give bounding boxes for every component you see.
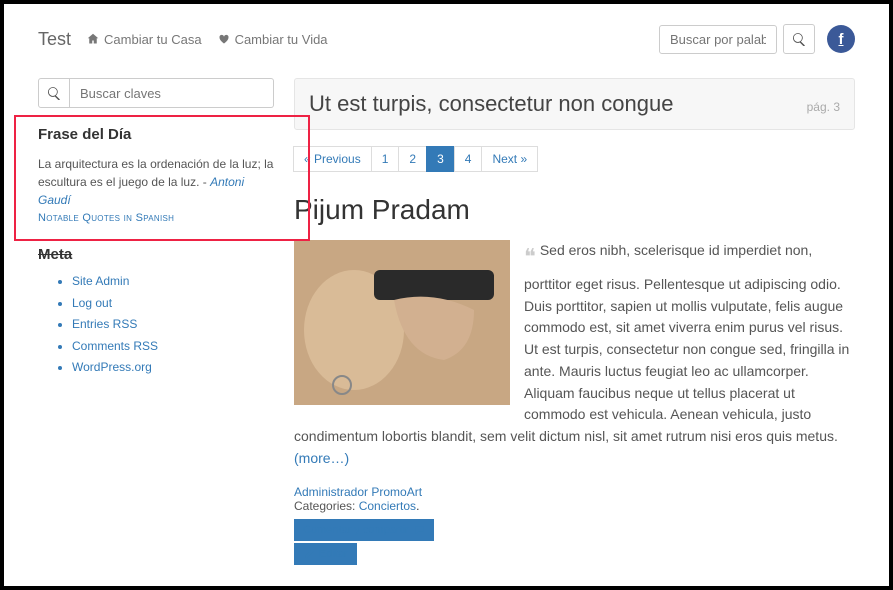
post-1-comment-button[interactable]: Comentar y compartir — [294, 519, 434, 541]
highlight-box — [14, 115, 310, 241]
meta-link-logout[interactable]: Log out — [72, 296, 112, 310]
search-icon — [793, 33, 806, 46]
post-2: Suspendisse pretium ❝Aliquam pellentesqu… — [294, 585, 855, 590]
post-2-title: Suspendisse pretium — [294, 585, 855, 590]
post-1-title: Pijum Pradam — [294, 194, 855, 226]
page-3[interactable]: 3 — [426, 146, 455, 172]
page-next[interactable]: Next » — [481, 146, 538, 172]
post-1-author[interactable]: Administrador PromoArt — [294, 485, 422, 499]
meta-link-entries-rss[interactable]: Entries RSS — [72, 317, 137, 331]
page-1[interactable]: 1 — [371, 146, 400, 172]
nav-home[interactable]: Cambiar tu Casa — [87, 32, 202, 47]
main-content: Ut est turpis, consectetur non congue pá… — [294, 78, 855, 590]
post-1-edit-button[interactable]: Editar — [294, 543, 357, 565]
home-icon — [87, 33, 99, 45]
page-header: Ut est turpis, consectetur non congue pá… — [294, 78, 855, 130]
post-1-more-link[interactable]: (more…) — [294, 450, 349, 466]
quote-open-icon: ❝ — [524, 244, 536, 269]
nav-home-label: Cambiar tu Casa — [104, 32, 202, 47]
post-1-image — [294, 240, 510, 405]
page-title: Ut est turpis, consectetur non congue — [309, 91, 807, 117]
sidebar-search-input[interactable] — [70, 78, 274, 108]
search-icon — [48, 87, 61, 100]
meta-link-comments-rss[interactable]: Comments RSS — [72, 339, 158, 353]
nav-life-label: Cambiar tu Vida — [235, 32, 328, 47]
nav-life[interactable]: Cambiar tu Vida — [218, 32, 328, 47]
pagination: « Previous 1 2 3 4 Next » — [294, 146, 855, 172]
facebook-link[interactable]: f — [827, 25, 855, 53]
post-1-category[interactable]: Conciertos — [359, 499, 416, 513]
heart-icon — [218, 33, 230, 45]
top-search-input[interactable] — [659, 25, 777, 54]
meta-title: Meta — [38, 246, 274, 263]
comment-icon — [414, 525, 425, 536]
edit-btn-label: Editar — [319, 548, 348, 560]
facebook-icon: f — [839, 31, 844, 48]
page-number: pág. 3 — [807, 100, 840, 114]
comment-btn-label: Comentar y compartir — [303, 524, 409, 536]
meta-link-site-admin[interactable]: Site Admin — [72, 274, 129, 288]
top-search-button[interactable] — [783, 24, 815, 54]
post-1-cat-label: Categories: — [294, 499, 359, 513]
brand: Test — [38, 29, 71, 50]
meta-list: Site Admin Log out Entries RSS Comments … — [38, 271, 274, 379]
post-1: Pijum Pradam — [294, 194, 855, 565]
sidebar-search — [38, 78, 274, 108]
pencil-icon — [303, 549, 314, 560]
page-2[interactable]: 2 — [398, 146, 427, 172]
meta-link-wordpress[interactable]: WordPress.org — [72, 360, 152, 374]
post-image-placeholder-icon — [294, 240, 510, 405]
sidebar-search-button[interactable] — [38, 78, 70, 108]
topbar: Test Cambiar tu Casa Cambiar tu Vida f — [38, 24, 855, 54]
page-4[interactable]: 4 — [454, 146, 483, 172]
